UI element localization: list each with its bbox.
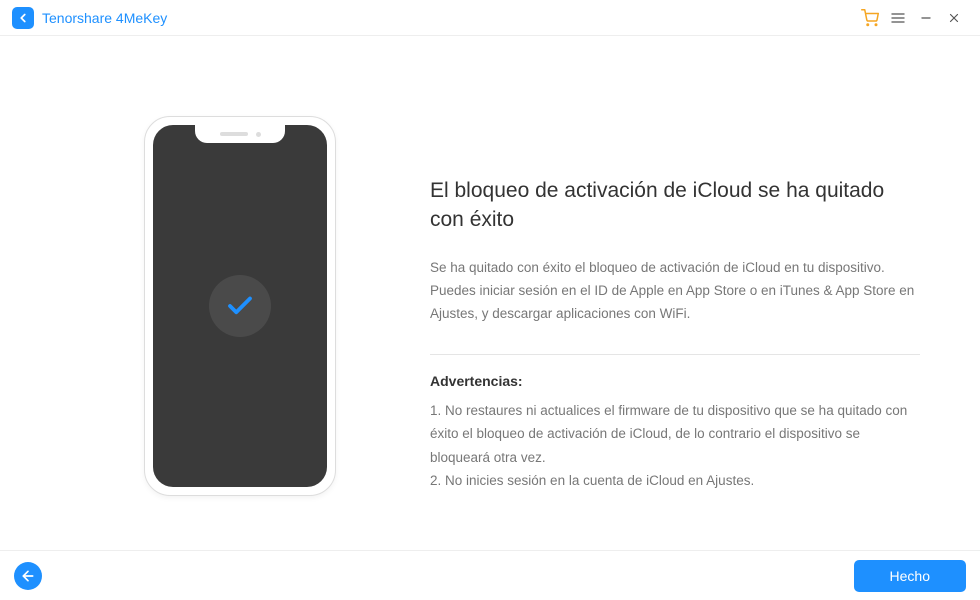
phone-mockup [144, 116, 336, 496]
phone-illustration-column [50, 66, 430, 496]
content-column: El bloqueo de activación de iCloud se ha… [430, 66, 930, 493]
warnings-title: Advertencias: [430, 373, 920, 389]
footer: Hecho [0, 550, 980, 600]
done-button[interactable]: Hecho [854, 560, 966, 592]
phone-screen [153, 125, 327, 487]
warning-item: 2. No inicies sesión en la cuenta de iCl… [430, 469, 920, 493]
cart-icon[interactable] [856, 4, 884, 32]
success-heading: El bloqueo de activación de iCloud se ha… [430, 176, 920, 235]
close-button[interactable] [940, 4, 968, 32]
back-button[interactable] [14, 562, 42, 590]
success-description: Se ha quitado con éxito el bloqueo de ac… [430, 257, 920, 326]
warning-item: 1. No restaures ni actualices el firmwar… [430, 399, 920, 470]
app-logo-icon [12, 7, 34, 29]
main-content: El bloqueo de activación de iCloud se ha… [0, 36, 980, 550]
minimize-button[interactable] [912, 4, 940, 32]
divider [430, 354, 920, 355]
menu-icon[interactable] [884, 4, 912, 32]
success-check-icon [209, 275, 271, 337]
app-title: Tenorshare 4MeKey [42, 10, 167, 26]
titlebar: Tenorshare 4MeKey [0, 0, 980, 36]
phone-notch [195, 125, 285, 143]
